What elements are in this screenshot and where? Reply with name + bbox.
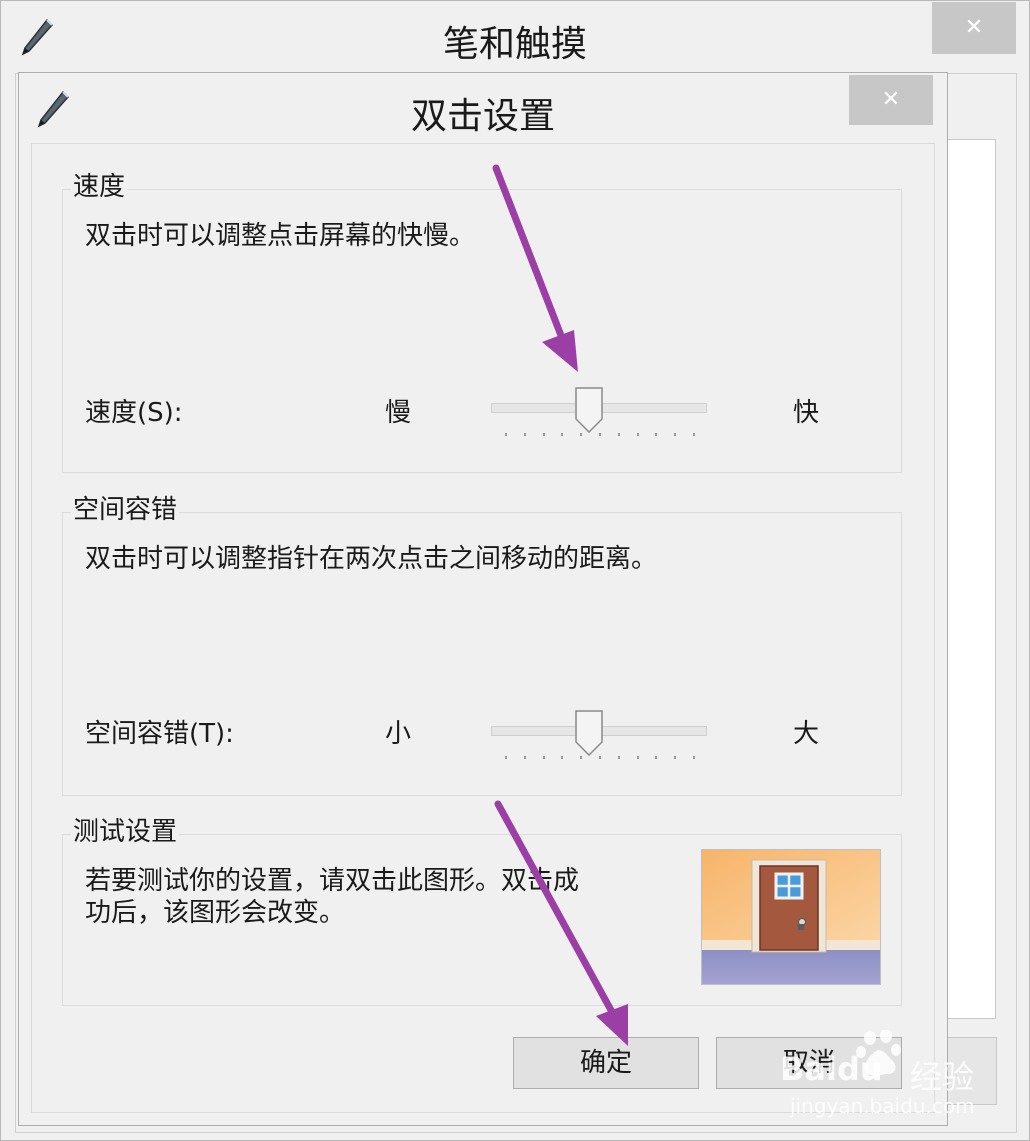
speed-description: 双击时可以调整点击屏幕的快慢。 <box>85 221 476 251</box>
slider-tick <box>505 433 507 436</box>
test-group-title: 测试设置 <box>71 815 180 849</box>
slider-tick <box>523 756 526 759</box>
slider-tick <box>655 433 658 436</box>
slider-tick <box>636 756 639 759</box>
baidu-watermark: Baidu 经验 jingyan.baidu.com <box>770 1030 1000 1120</box>
speed-group: 速度 双击时可以调整点击屏幕的快慢。 速度(S): 慢 快 <box>62 170 902 473</box>
door-test-image[interactable] <box>701 849 881 985</box>
slider-tick <box>617 433 620 436</box>
test-description-line-2: 功后，该图形会改变。 <box>85 898 346 928</box>
slider-tick <box>617 756 620 759</box>
tolerance-max-label: 大 <box>793 719 820 749</box>
tolerance-slider-ticks <box>505 756 695 760</box>
slider-tick <box>693 433 695 436</box>
speed-group-title: 速度 <box>71 170 128 204</box>
dialog-title: 双击设置 <box>410 96 555 137</box>
speed-slider-thumb[interactable] <box>574 387 603 433</box>
slider-tick <box>580 433 583 436</box>
slider-tick <box>561 756 564 759</box>
test-description: 若要测试你的设置，请双击此图形。双击成 功后，该图形会改变。 <box>85 865 665 929</box>
speed-slider[interactable] <box>491 385 707 441</box>
slider-tick <box>523 433 526 436</box>
test-settings-group: 测试设置 若要测试你的设置，请双击此图形。双击成 功后，该图形会改变。 <box>62 815 902 1006</box>
speed-slider-ticks <box>505 433 695 437</box>
tolerance-group-title: 空间容错 <box>71 493 180 527</box>
outer-window-title: 笔和触摸 <box>442 24 587 65</box>
tolerance-slider-thumb[interactable] <box>574 710 603 756</box>
slider-tick <box>655 756 658 759</box>
dialog-close-button[interactable]: ✕ <box>849 75 933 125</box>
watermark-suffix: 经验 <box>910 1058 975 1096</box>
outer-content-panel <box>947 139 996 1019</box>
tolerance-description: 双击时可以调整指针在两次点击之间移动的距离。 <box>85 544 658 574</box>
speed-slider-label: 速度(S): <box>85 398 183 428</box>
tolerance-group: 空间容错 双击时可以调整指针在两次点击之间移动的距离。 空间容错(T): 小 大 <box>62 493 902 796</box>
ok-button[interactable]: 确定 <box>513 1037 699 1089</box>
test-description-line-1: 若要测试你的设置，请双击此图形。双击成 <box>85 866 580 896</box>
slider-tick <box>561 433 564 436</box>
slider-tick <box>505 756 507 759</box>
tolerance-slider[interactable] <box>491 708 707 764</box>
watermark-url: jingyan.baidu.com <box>790 1094 975 1118</box>
slider-tick <box>580 756 583 759</box>
speed-max-label: 快 <box>793 398 820 428</box>
slider-tick <box>542 433 545 436</box>
slider-tick <box>674 433 677 436</box>
outer-close-button[interactable]: ✕ <box>932 2 1016 54</box>
slider-tick <box>636 433 639 436</box>
watermark-brand: Baidu <box>780 1050 883 1088</box>
slider-tick <box>693 756 695 759</box>
slider-tick <box>674 756 677 759</box>
slider-tick <box>599 756 601 759</box>
slider-tick <box>542 756 545 759</box>
speed-min-label: 慢 <box>385 398 412 428</box>
slider-tick <box>599 433 601 436</box>
tolerance-min-label: 小 <box>385 719 412 749</box>
outer-title-bar: 笔和触摸 <box>1 1 1029 73</box>
tolerance-slider-label: 空间容错(T): <box>85 719 234 749</box>
